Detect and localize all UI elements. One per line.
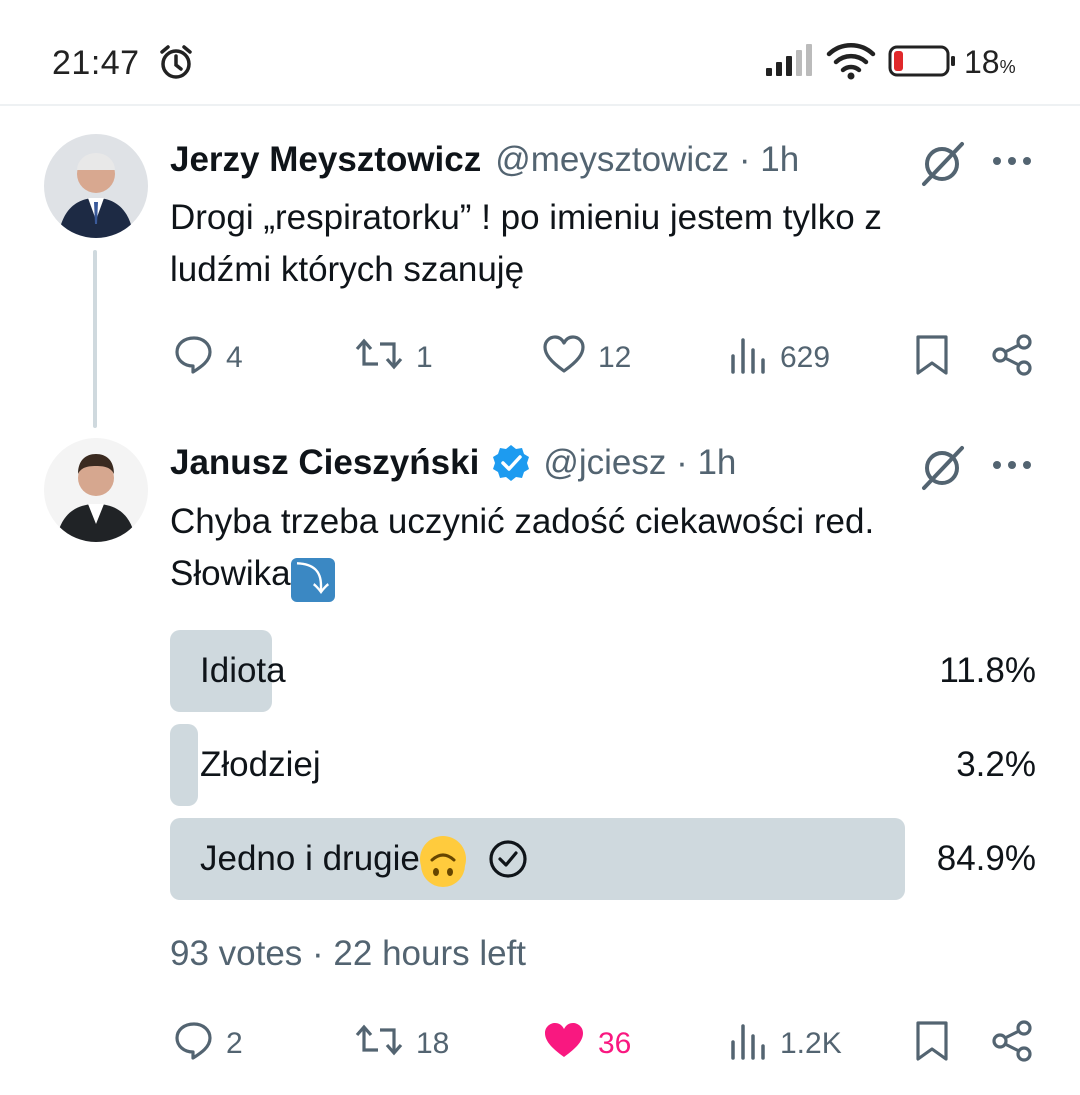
share-icon[interactable] [990,334,1034,381]
views-count: 629 [780,341,831,374]
status-clock: 21:47 [52,44,140,82]
more-options-icon[interactable] [990,458,1034,477]
views-button[interactable]: 629 [730,334,830,382]
retweet-count: 1 [416,341,433,374]
battery-percentage: 18% [964,44,1016,80]
avatar[interactable] [44,134,148,238]
author-handle[interactable]: @jciesz · 1h [543,443,736,483]
heart-icon [542,334,586,382]
arrow-down-emoji-icon: ⤵ [290,558,335,602]
poll-option-selected[interactable]: Jedno i drugie 84.9% [170,818,1036,900]
retweet-icon [354,1020,404,1068]
battery-icon [888,44,958,83]
more-options-icon[interactable] [990,154,1034,173]
tweet-text: Drogi „respiratorku” ! po imieniu jestem… [170,198,882,289]
retweet-button[interactable]: 1 [354,334,433,382]
like-count: 12 [598,341,632,374]
signal-icon [766,44,816,81]
reply-count: 2 [226,1027,243,1060]
poll-option-label: Złodziej [200,745,321,784]
wifi-icon [826,40,876,85]
retweet-icon [354,334,404,382]
grok-icon[interactable] [918,442,968,497]
author-name[interactable]: Jerzy Meysztowicz [170,140,481,180]
poll-option-percent: 84.9% [936,839,1036,878]
like-count: 36 [598,1027,632,1060]
views-button[interactable]: 1.2K [730,1020,842,1068]
share-icon[interactable] [990,1020,1034,1067]
reply-icon [174,1020,214,1068]
bookmark-icon[interactable] [914,1020,950,1067]
reply-count: 4 [226,341,243,374]
views-chart-icon [730,334,768,382]
thread-connector [93,250,97,428]
alarm-icon [156,42,196,87]
poll-option-percent: 3.2% [956,745,1036,784]
views-chart-icon [730,1020,768,1068]
poll-result-bar [170,724,198,806]
reply-button[interactable]: 2 [174,1020,243,1068]
poll-option[interactable]: Złodziej 3.2% [170,724,1036,806]
selected-check-icon [488,839,528,879]
like-button[interactable]: 12 [542,334,631,382]
poll-option-label: Idiota [200,651,286,690]
like-button[interactable]: 36 [542,1020,631,1068]
poll-option-label: Jedno i drugie [200,818,528,900]
author-name[interactable]: Janusz Cieszyński [170,443,479,483]
retweet-button[interactable]: 18 [354,1020,449,1068]
tweet-header: Jerzy Meysztowicz @meysztowicz · 1h [170,140,799,180]
tweet-text: Chyba trzeba uczynić zadość ciekawości r… [170,496,874,602]
upside-down-face-emoji-icon [419,836,466,887]
author-handle[interactable]: @meysztowicz · 1h [495,140,799,180]
views-count: 1.2K [780,1027,842,1060]
poll-option-percent: 11.8% [939,651,1036,690]
poll-option[interactable]: Idiota 11.8% [170,630,1036,712]
tweet-header: Janusz Cieszyński @jciesz · 1h [170,443,736,483]
bookmark-icon[interactable] [914,334,950,381]
heart-filled-icon [542,1020,586,1068]
grok-icon[interactable] [918,138,968,193]
retweet-count: 18 [416,1027,450,1060]
poll-meta: 93 votes · 22 hours left [170,934,527,973]
verified-badge-icon [491,443,531,483]
reply-icon [174,334,214,382]
avatar[interactable] [44,438,148,542]
reply-button[interactable]: 4 [174,334,243,382]
